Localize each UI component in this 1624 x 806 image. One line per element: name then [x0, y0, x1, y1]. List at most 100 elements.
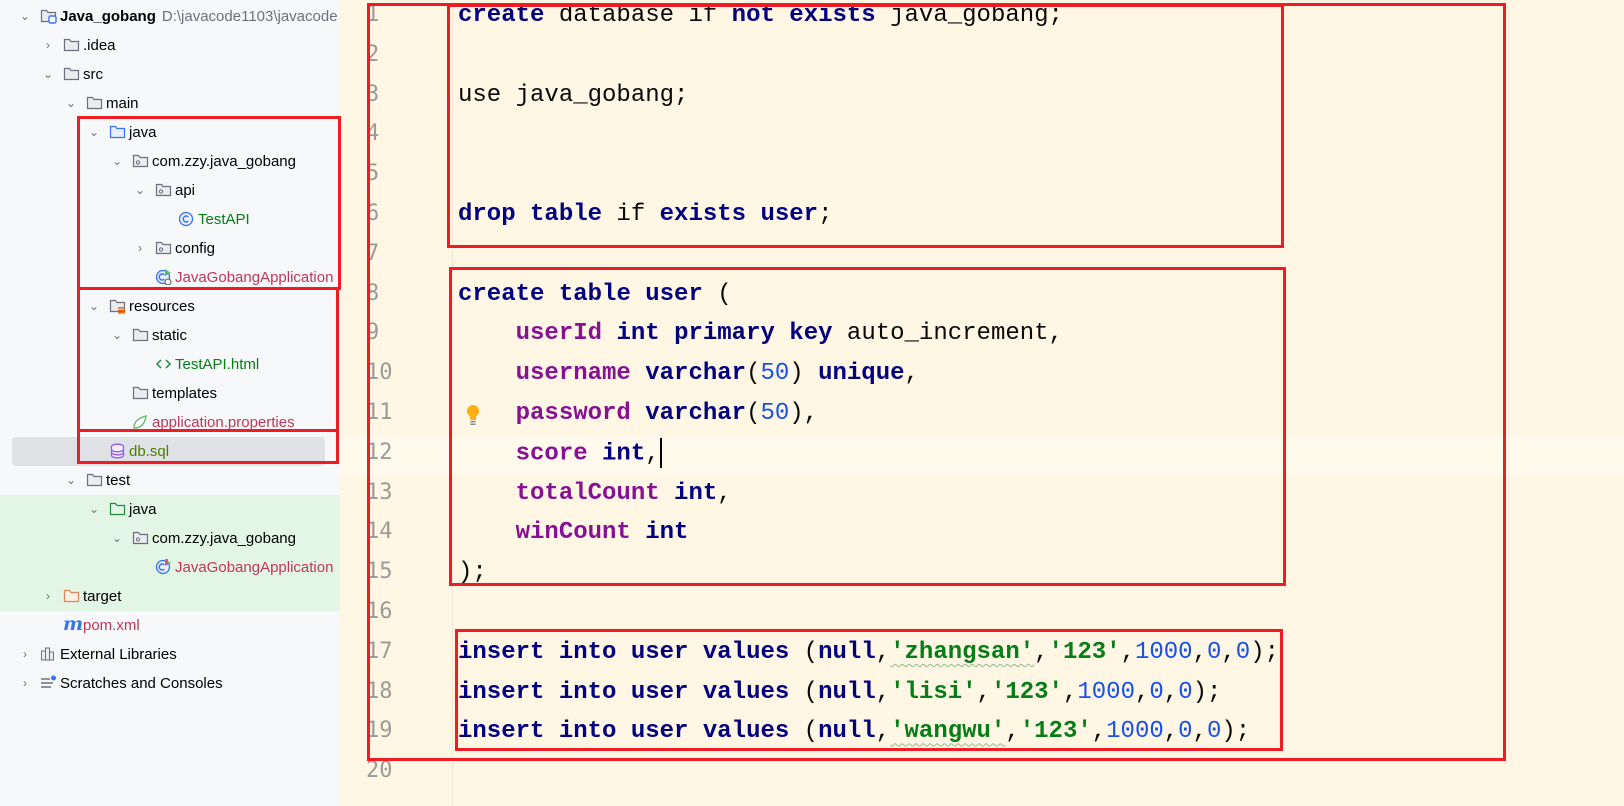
- tree-item[interactable]: application.properties: [0, 408, 340, 437]
- token-num: 50: [760, 360, 790, 388]
- tree-item[interactable]: ⌄ main: [0, 89, 340, 118]
- code-line[interactable]: 17 insert into user values (null,'zhangsa…: [340, 635, 1624, 675]
- code-line[interactable]: 4: [340, 117, 1624, 157]
- tree-item-label: JavaGobangApplication: [175, 559, 333, 576]
- tree-item[interactable]: ⌄ java: [0, 118, 340, 147]
- code-line[interactable]: 9 userId int primary key auto_increment,: [340, 316, 1624, 356]
- code-line[interactable]: 16: [340, 595, 1624, 635]
- chevron-down-icon[interactable]: ⌄: [133, 183, 147, 197]
- token-col: userId: [515, 320, 603, 348]
- tree-item[interactable]: ⌄ static: [0, 321, 340, 350]
- tree-item[interactable]: ⌄ java: [0, 495, 340, 524]
- tree-item[interactable]: ⌄ src: [0, 60, 340, 89]
- token-plain: ,: [1163, 718, 1179, 746]
- code-line[interactable]: 15);: [340, 555, 1624, 595]
- line-number: 1: [366, 2, 380, 27]
- code-line[interactable]: 12 score int,: [340, 435, 1624, 476]
- tree-item-name: static: [152, 327, 188, 344]
- chevron-down-icon[interactable]: ⌄: [110, 154, 124, 168]
- code-line[interactable]: 6 drop table if exists user;: [340, 197, 1624, 237]
- chevron-down-icon[interactable]: ⌄: [87, 125, 101, 139]
- tree-item-label: TestAPI.html: [175, 356, 259, 373]
- tree-item[interactable]: ⌄ Java_gobang D:\javacode1103\javacode: [0, 2, 340, 31]
- tree-item[interactable]: › config: [0, 234, 340, 263]
- excluded-folder-icon: [63, 588, 80, 604]
- tree-item[interactable]: ⌄ com.zzy.java_gobang: [0, 147, 340, 176]
- code-line[interactable]: 3 use java_gobang;: [340, 78, 1624, 118]
- line-number: 7: [366, 240, 380, 266]
- line-number: 16: [366, 599, 393, 624]
- token-kw: int: [674, 479, 718, 507]
- chevron-right-icon[interactable]: ›: [41, 589, 55, 603]
- line-number: 18: [366, 678, 393, 704]
- database-icon: [109, 443, 126, 459]
- tree-item[interactable]: › Scratches and Consoles: [0, 669, 340, 698]
- tree-item[interactable]: JavaGobangApplication: [0, 263, 340, 292]
- code-line[interactable]: 20: [340, 754, 1624, 794]
- line-number: 10: [366, 360, 393, 386]
- chevron-down-icon[interactable]: ⌄: [110, 328, 124, 342]
- token-plain: ,: [875, 718, 891, 746]
- token-col: totalCount: [515, 479, 660, 507]
- tree-item-label: Scratches and Consoles: [60, 675, 223, 692]
- chevron-down-icon[interactable]: ⌄: [110, 531, 124, 545]
- code-line[interactable]: 5: [340, 157, 1624, 197]
- line-number: 17: [366, 638, 393, 664]
- tree-item[interactable]: m pom.xml: [0, 611, 340, 640]
- tree-item[interactable]: › .idea: [0, 31, 340, 60]
- tree-item-label: static: [152, 327, 187, 344]
- module-folder-icon: [40, 8, 57, 24]
- tree-item[interactable]: › target: [0, 582, 340, 611]
- tree-item[interactable]: db.sql: [0, 437, 340, 466]
- token-plain: ,: [976, 678, 991, 706]
- tree-item[interactable]: templates: [0, 379, 340, 408]
- tree-item[interactable]: JavaGobangApplication: [0, 553, 340, 582]
- code-line[interactable]: 11 password varchar(50),: [340, 396, 1624, 436]
- tree-item[interactable]: ⌄ api: [0, 176, 340, 205]
- code-line[interactable]: 14 winCount int: [340, 515, 1624, 555]
- tree-item[interactable]: ⌄ com.zzy.java_gobang: [0, 524, 340, 553]
- token-kw: into: [558, 638, 617, 666]
- chevron-down-icon[interactable]: ⌄: [64, 96, 78, 110]
- chevron-right-icon[interactable]: ›: [18, 647, 32, 661]
- chevron-down-icon[interactable]: ⌄: [18, 9, 32, 23]
- token-kw: drop: [458, 201, 516, 228]
- chevron-down-icon[interactable]: ⌄: [41, 67, 55, 81]
- chevron-down-icon[interactable]: ⌄: [64, 473, 78, 487]
- tree-item-name: pom.xml: [83, 617, 140, 634]
- resources-folder-icon: [109, 298, 126, 314]
- token-kw: user: [645, 280, 703, 308]
- chevron-right-icon[interactable]: ›: [41, 38, 55, 52]
- code-line[interactable]: 13 totalCount int,: [340, 476, 1624, 516]
- token-kw: exists: [789, 2, 876, 29]
- code-text: create table user (: [458, 279, 732, 311]
- tree-item[interactable]: ⌄ test: [0, 466, 340, 495]
- token-kw: into: [558, 718, 617, 746]
- token-kw: exists: [659, 201, 747, 228]
- token-num: 1000: [1077, 678, 1135, 706]
- code-line[interactable]: 10 username varchar(50) unique,: [340, 356, 1624, 396]
- token-kw: values: [702, 678, 790, 706]
- chevron-right-icon[interactable]: ›: [18, 676, 32, 690]
- code-line[interactable]: 8 create table user (: [340, 277, 1624, 317]
- tree-item[interactable]: TestAPI: [0, 205, 340, 234]
- token-num: 0: [1178, 718, 1193, 746]
- tree-item[interactable]: TestAPI.html: [0, 350, 340, 379]
- tree-item[interactable]: ⌄ resources: [0, 292, 340, 321]
- line-number: 12: [366, 439, 393, 465]
- code-line[interactable]: 7: [340, 237, 1624, 277]
- code-line[interactable]: 1 create database if not exists java_goba…: [340, 0, 1624, 38]
- code-line[interactable]: 19 insert into user values (null,'wangwu'…: [340, 714, 1624, 754]
- libraries-icon: [40, 646, 57, 662]
- code-line[interactable]: 18 insert into user values (null,'lisi','…: [340, 675, 1624, 715]
- chevron-down-icon[interactable]: ⌄: [87, 299, 101, 313]
- chevron-down-icon[interactable]: ⌄: [87, 502, 101, 516]
- tree-item[interactable]: › External Libraries: [0, 640, 340, 669]
- code-line[interactable]: 2: [340, 38, 1624, 78]
- chevron-right-icon[interactable]: ›: [133, 241, 147, 255]
- token-kw: table: [558, 280, 631, 308]
- line-number: 3: [366, 81, 380, 107]
